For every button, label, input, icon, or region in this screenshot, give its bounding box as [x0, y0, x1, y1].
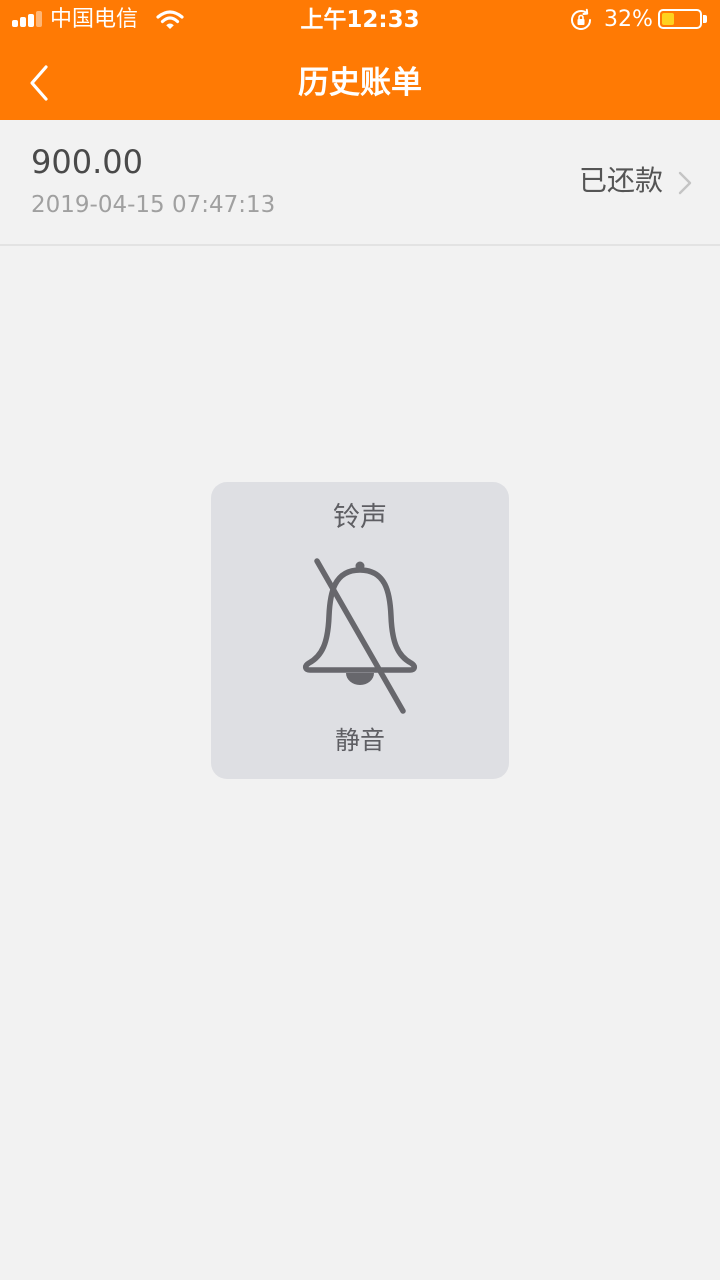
status-bar: 中国电信 上午12:33 32% — [0, 0, 720, 40]
hud-label: 静音 — [334, 726, 385, 755]
bill-date: 2019-04-15 07:47:13 — [31, 192, 276, 218]
battery-percentage: 32% — [604, 7, 653, 32]
silent-mode-hud: 铃声 静音 — [211, 482, 509, 779]
bill-list-item[interactable]: 900.00 2019-04-15 07:47:13 已还款 — [0, 120, 720, 246]
chevron-right-icon — [678, 171, 692, 195]
battery-icon — [658, 9, 707, 29]
battery-level-fill — [662, 13, 674, 25]
bill-amount: 900.00 — [31, 143, 143, 181]
battery-nub — [703, 15, 707, 23]
orientation-lock-icon — [571, 8, 591, 31]
bill-status: 已还款 — [578, 164, 663, 197]
hud-title: 铃声 — [333, 502, 387, 533]
page-title: 历史账单 — [298, 65, 422, 101]
bell-slash-icon — [303, 558, 417, 714]
